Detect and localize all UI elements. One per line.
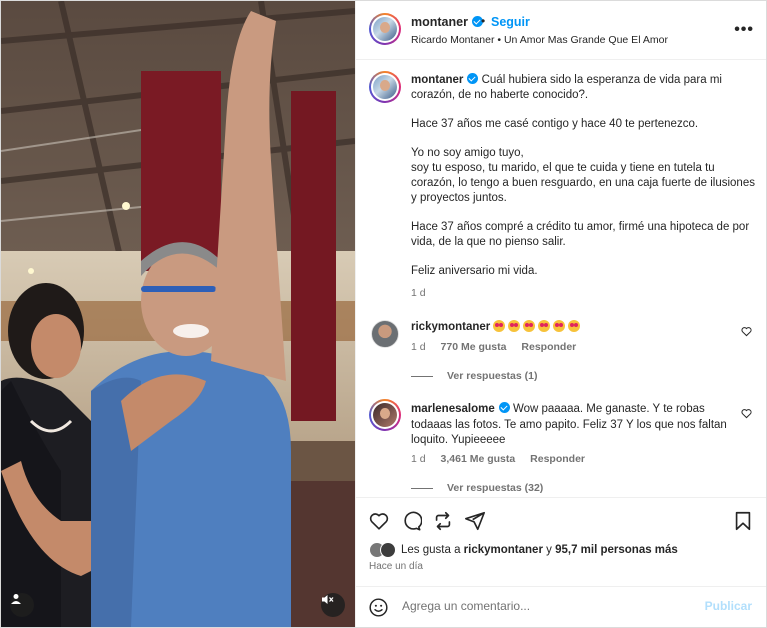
verified-icon [467, 73, 479, 84]
emoji-row [493, 320, 583, 333]
separator-dot: • [481, 14, 486, 28]
comment-text: rickymontaner [411, 320, 731, 336]
video-frame-illustration [1, 1, 355, 627]
heart-eyes-emoji [538, 320, 551, 332]
heart-eyes-emoji [523, 320, 536, 332]
comment-meta: 1 d 3,461 Me gusta Responder [411, 453, 597, 465]
caption-author-avatar[interactable] [369, 71, 401, 103]
caption-paragraph: Yo no soy amigo tuyo, soy tu esposo, tu … [411, 147, 755, 204]
verified-icon [498, 402, 510, 413]
audio-link[interactable]: Ricardo Montaner • Un Amor Mas Grande Qu… [411, 34, 668, 46]
heart-eyes-emoji [508, 320, 521, 332]
commenter-username[interactable]: marlenesalome [411, 403, 495, 415]
caption-meta: 1 d [411, 287, 438, 299]
caption-paragraph: Hace 37 años me casé contigo y hace 40 t… [411, 118, 699, 131]
add-comment-bar: Publicar [356, 586, 766, 627]
post-video[interactable] [1, 1, 355, 627]
others-likes-count[interactable]: 95,7 mil personas más [555, 544, 678, 556]
like-comment-heart-icon[interactable] [741, 326, 752, 337]
post-timestamp: Hace un día [369, 561, 423, 572]
commenter-avatar[interactable] [369, 399, 401, 431]
mute-button[interactable] [321, 593, 345, 617]
caption-username[interactable]: montaner [411, 74, 463, 86]
heart-eyes-emoji [553, 320, 566, 332]
comment-age[interactable]: 1 d [411, 341, 426, 353]
share-icon[interactable] [464, 510, 486, 532]
comment-likes[interactable]: 3,461 Me gusta [441, 453, 516, 465]
heart-icon[interactable] [368, 510, 390, 532]
comment-likes[interactable]: 770 Me gusta [441, 341, 507, 353]
view-replies-button[interactable]: Ver respuestas (1) [411, 370, 537, 382]
action-bar [356, 497, 766, 541]
replies-divider [411, 375, 433, 377]
commenter-avatar[interactable] [371, 320, 399, 348]
heart-eyes-emoji [493, 320, 506, 332]
commenter-username[interactable]: rickymontaner [411, 321, 490, 333]
person-icon [11, 594, 21, 604]
reply-button[interactable]: Responder [521, 341, 576, 353]
emoji-picker-icon[interactable] [368, 597, 389, 618]
like-comment-heart-icon[interactable] [741, 408, 752, 419]
follow-button[interactable]: Seguir [491, 15, 530, 29]
reply-button[interactable]: Responder [530, 453, 585, 465]
liker-avatars [369, 542, 399, 558]
heart-eyes-emoji [568, 320, 581, 332]
post-details-panel: montaner • Seguir Ricardo Montaner • Un … [355, 1, 766, 627]
publish-button[interactable]: Publicar [705, 599, 752, 613]
post-caption: montaner Cuál hubiera sido la esperanza … [411, 73, 756, 279]
likes-summary[interactable]: Les gusta a rickymontaner y 95,7 mil per… [369, 542, 678, 558]
tagged-users-button[interactable] [10, 593, 34, 617]
comment-input[interactable] [402, 599, 682, 613]
comment-meta: 1 d 770 Me gusta Responder [411, 341, 588, 353]
repost-icon[interactable] [432, 510, 454, 532]
view-replies-button[interactable]: Ver respuestas (32) [411, 482, 543, 494]
post-dialog: montaner • Seguir Ricardo Montaner • Un … [0, 0, 767, 628]
author-username[interactable]: montaner [411, 15, 483, 29]
more-options-icon[interactable]: ••• [734, 21, 754, 39]
post-header: montaner • Seguir Ricardo Montaner • Un … [356, 1, 766, 60]
caption-age[interactable]: 1 d [411, 287, 426, 299]
comment-age[interactable]: 1 d [411, 453, 426, 465]
comment-text: marlenesalome Wow paaaaa. Me ganaste. Y … [411, 402, 731, 449]
comments-section[interactable]: montaner Cuál hubiera sido la esperanza … [356, 61, 766, 497]
liker-username[interactable]: rickymontaner [464, 544, 543, 556]
caption-paragraph: Feliz aniversario mi vida. [411, 265, 538, 278]
muted-speaker-icon [322, 595, 334, 604]
replies-divider [411, 487, 433, 489]
author-avatar[interactable] [369, 13, 401, 45]
comment-icon[interactable] [400, 510, 422, 532]
bookmark-icon[interactable] [732, 510, 754, 532]
caption-paragraph: Hace 37 años compré a crédito tu amor, f… [411, 220, 750, 248]
